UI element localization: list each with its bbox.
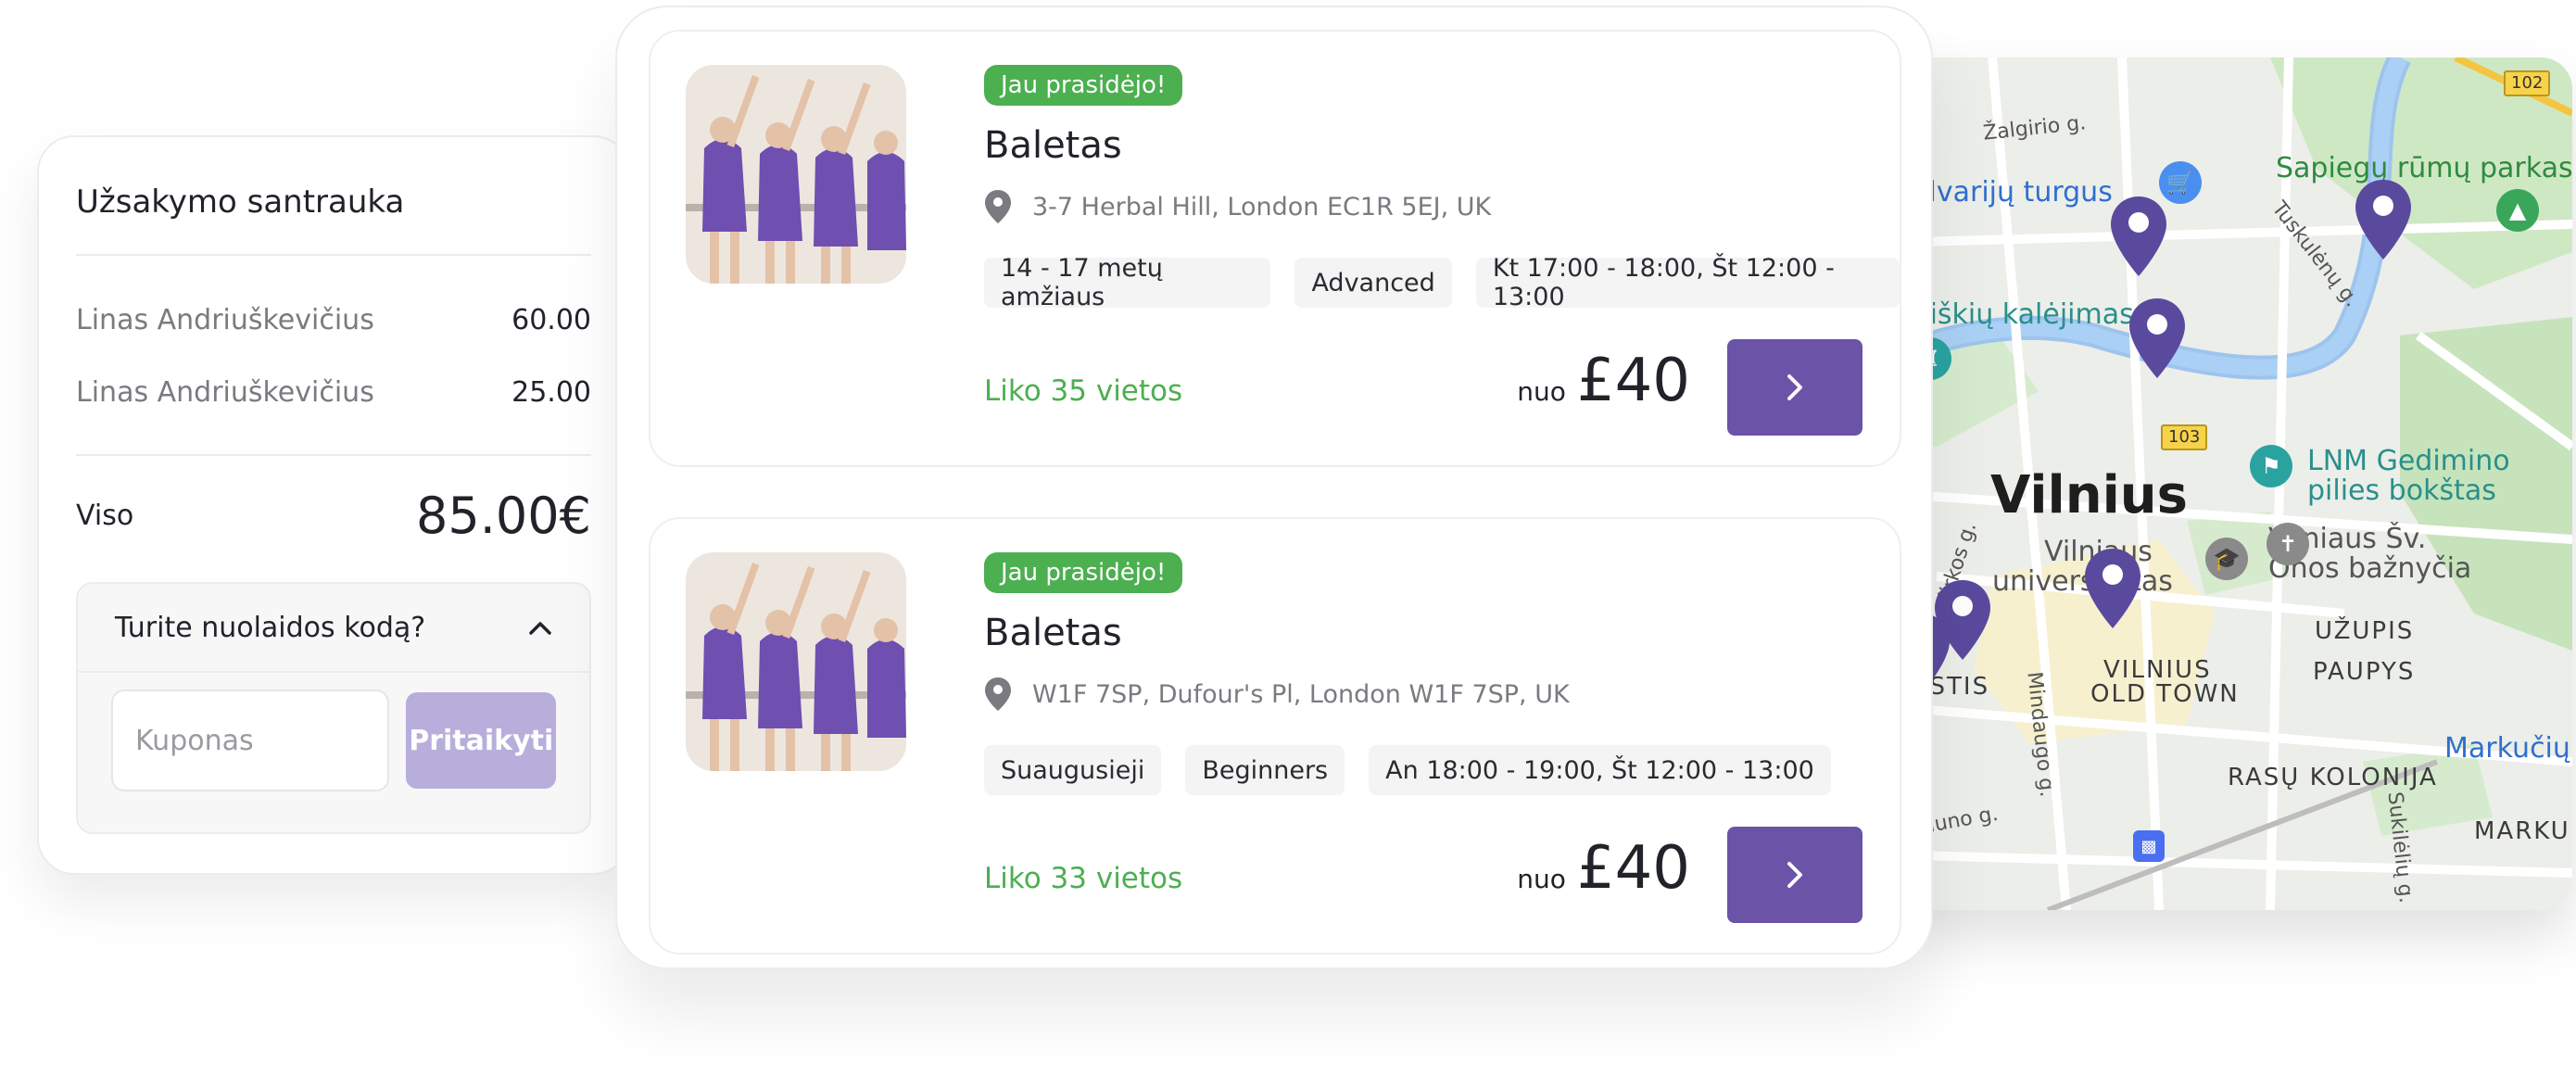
tag-age: Suaugusieji: [984, 745, 1162, 795]
class-title: Baletas: [984, 124, 1122, 167]
chevron-right-icon: [1787, 862, 1802, 888]
total-value: 85.00€: [416, 486, 591, 545]
poi-label-markuciu: Markučių: [2444, 732, 2570, 765]
open-class-button[interactable]: [1727, 827, 1863, 923]
address-text: W1F 7SP, Dufour's Pl, London W1F 7SP, UK: [1032, 679, 1570, 709]
coupon-inputs: Kuponas Pritaikyti: [78, 673, 589, 808]
class-tags: Suaugusieji Beginners An 18:00 - 19:00, …: [984, 745, 1831, 795]
tag-level: Beginners: [1185, 745, 1345, 795]
class-price: nuo £40: [1517, 347, 1690, 415]
church-icon[interactable]: ✝: [2267, 523, 2309, 565]
status-badge: Jau prasidėjo!: [984, 65, 1183, 106]
museum-icon[interactable]: ⚑: [2250, 445, 2292, 487]
tag-level: Advanced: [1294, 258, 1452, 308]
class-list-panel: Jau prasidėjo! Baletas 3-7 Herbal Hill, …: [615, 6, 1933, 969]
location-pin-icon: [985, 677, 1011, 711]
summary-line-item: Linas Andriuškevičius 60.00: [76, 284, 591, 356]
district-label-uzupis: UŽUPIS: [2315, 617, 2415, 645]
line-item-amount: 25.00: [511, 375, 591, 409]
ballet-class-image: [686, 65, 906, 284]
tag-schedule: An 18:00 - 19:00, Št 12:00 - 13:00: [1369, 745, 1831, 795]
total-label: Viso: [76, 499, 134, 532]
coupon-section: Turite nuolaidos kodą? Kuponas Pritaikyt…: [76, 582, 591, 834]
city-label: Vilnius: [1990, 465, 2189, 525]
summary-title: Užsakymo santrauka: [76, 183, 405, 221]
status-badge: Jau prasidėjo!: [984, 552, 1183, 593]
class-card[interactable]: Jau prasidėjo! Baletas W1F 7SP, Dufour's…: [649, 517, 1901, 955]
district-label-paupys: PAUPYS: [2313, 658, 2416, 686]
order-summary-card: Užsakymo santrauka Linas Andriuškevičius…: [37, 135, 630, 875]
apply-coupon-button[interactable]: Pritaikyti: [406, 692, 556, 789]
poi-label-sapiegu: Sapiegų rūmų parkas: [2276, 152, 2572, 184]
summary-total: Viso 85.00€: [76, 471, 591, 560]
location-pin-icon[interactable]: [2354, 178, 2413, 261]
coupon-toggle[interactable]: Turite nuolaidos kodą?: [78, 584, 589, 673]
chevron-up-icon[interactable]: [528, 619, 552, 636]
location-pin-icon: [985, 190, 1011, 223]
line-item-name: Linas Andriuškevičius: [76, 375, 374, 409]
line-item-name: Linas Andriuškevičius: [76, 303, 374, 336]
location-pin-icon[interactable]: [2128, 297, 2187, 380]
road-shield-103: 103: [2161, 424, 2208, 450]
price-amount: £40: [1576, 347, 1690, 415]
class-tags: 14 - 17 metų amžiaus Advanced Kt 17:00 -…: [984, 254, 1900, 311]
address-text: 3-7 Herbal Hill, London EC1R 5EJ, UK: [1032, 192, 1492, 221]
district-label-marku: MARKU: [2474, 817, 2570, 845]
poi-label-lnm: LNM Gedimino: [2307, 445, 2510, 477]
divider: [76, 254, 591, 256]
price-prefix: nuo: [1517, 376, 1566, 407]
train-station-icon[interactable]: ▩: [2133, 830, 2165, 862]
district-label-old-town: OLD TOWN: [2090, 680, 2240, 708]
class-address: 3-7 Herbal Hill, London EC1R 5EJ, UK: [984, 189, 1491, 224]
class-price: nuo £40: [1517, 834, 1690, 903]
open-class-button[interactable]: [1727, 339, 1863, 436]
spots-left: Liko 35 vietos: [984, 374, 1183, 408]
road-shield-102: 102: [2504, 70, 2551, 96]
tag-age: 14 - 17 metų amžiaus: [984, 254, 1271, 311]
summary-line-item: Linas Andriuškevičius 25.00: [76, 356, 591, 428]
coupon-question: Turite nuolaidos kodą?: [115, 611, 426, 644]
ballet-class-image: [686, 552, 906, 771]
divider: [76, 454, 591, 456]
map[interactable]: 102 72 103 Žalgirio g. Kalvarijų turgus …: [1881, 57, 2572, 910]
poi-label-lnm2: pilies bokštas: [2307, 474, 2496, 507]
park-tree-icon[interactable]: ▲: [2496, 189, 2539, 232]
chevron-right-icon: [1787, 374, 1802, 400]
district-label-rasu: RASŲ KOLONIJA: [2228, 764, 2438, 791]
location-pin-icon[interactable]: [2083, 547, 2142, 630]
class-title: Baletas: [984, 612, 1122, 654]
line-item-amount: 60.00: [511, 303, 591, 336]
price-amount: £40: [1576, 834, 1690, 903]
spots-left: Liko 33 vietos: [984, 862, 1183, 895]
class-address: W1F 7SP, Dufour's Pl, London W1F 7SP, UK: [984, 677, 1570, 712]
tag-schedule: Kt 17:00 - 18:00, Št 12:00 - 13:00: [1475, 254, 1900, 311]
class-card[interactable]: Jau prasidėjo! Baletas 3-7 Herbal Hill, …: [649, 30, 1901, 467]
price-prefix: nuo: [1517, 864, 1566, 894]
location-pin-icon[interactable]: [2109, 195, 2168, 278]
university-icon[interactable]: 🎓: [2205, 538, 2248, 580]
coupon-input[interactable]: Kuponas: [111, 689, 390, 791]
